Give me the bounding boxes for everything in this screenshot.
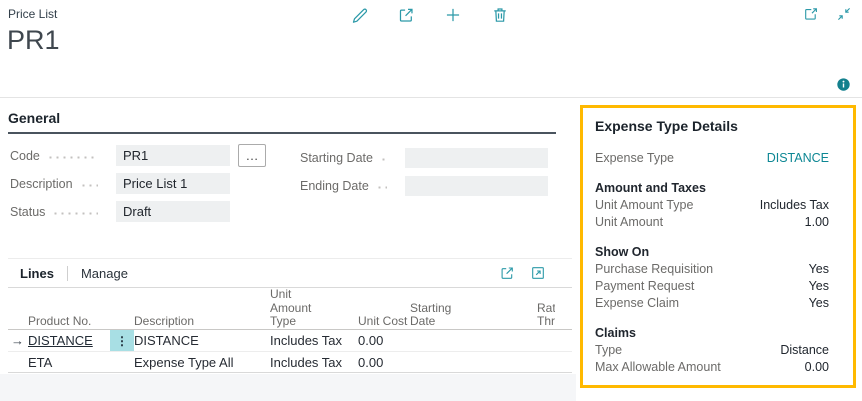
fact-row-claims-type: Type Distance: [595, 342, 829, 359]
factbox-title: Expense Type Details: [595, 116, 829, 136]
table-row[interactable]: → DISTANCE ⋮ DISTANCE Includes Tax 0.00: [8, 330, 572, 352]
fact-row-expense-claim: Expense Claim Yes: [595, 295, 829, 312]
popout-icon[interactable]: [803, 6, 819, 22]
code-field-label: Code: [10, 147, 108, 165]
new-icon[interactable]: [444, 6, 462, 24]
column-unit-amount-type[interactable]: Unit Amount Type: [270, 288, 350, 329]
cell-description[interactable]: Expense Type All: [134, 355, 270, 370]
cell-unit-amount-type[interactable]: Includes Tax: [270, 333, 350, 348]
dotted-leader: [376, 186, 387, 189]
product-no-link[interactable]: DISTANCE: [28, 333, 93, 348]
row-menu-icon: ⋮: [116, 334, 128, 348]
table-row[interactable]: ETA Expense Type All Includes Tax 0.00: [8, 352, 572, 373]
page-toolbar: [350, 6, 509, 24]
collapse-icon[interactable]: [836, 6, 852, 22]
cell-unit-cost[interactable]: 0.00: [350, 355, 408, 370]
lines-bar-divider: [67, 266, 68, 281]
lines-empty-area: [0, 374, 576, 401]
assist-edit-button[interactable]: …: [238, 144, 266, 167]
window-controls: [803, 6, 852, 22]
general-section-heading[interactable]: General: [8, 110, 556, 134]
starting-date-input[interactable]: [405, 148, 548, 168]
description-input[interactable]: Price List 1: [116, 173, 230, 194]
manage-menu[interactable]: Manage: [81, 266, 128, 281]
lines-part: Lines Manage Product No. Description Uni…: [8, 258, 572, 373]
cell-unit-amount-type[interactable]: Includes Tax: [270, 355, 350, 370]
column-product-no[interactable]: Product No.: [28, 315, 110, 329]
ending-date-input[interactable]: [405, 176, 548, 196]
amount-and-taxes-heading: Amount and Taxes: [595, 180, 829, 197]
page-caption: Price List: [8, 7, 57, 21]
expense-type-link[interactable]: DISTANCE: [767, 150, 829, 167]
fact-row-max-allowable-amount: Max Allowable Amount 0.00: [595, 359, 829, 376]
lines-toolbar: Lines Manage: [8, 259, 572, 288]
dotted-leader: [47, 156, 98, 159]
cell-unit-cost[interactable]: 0.00: [350, 333, 408, 348]
row-menu-button[interactable]: ⋮: [110, 330, 134, 351]
column-starting-date[interactable]: Starting Date: [408, 302, 484, 329]
fact-row-payment-request: Payment Request Yes: [595, 278, 829, 295]
column-description[interactable]: Description: [134, 315, 270, 329]
dotted-leader: [52, 212, 98, 215]
header-divider: [0, 97, 862, 98]
lines-header-row: Product No. Description Unit Amount Type…: [8, 288, 572, 330]
active-row-indicator: →: [8, 333, 28, 348]
edit-icon[interactable]: [350, 6, 368, 24]
fact-row-unit-amount: Unit Amount 1.00: [595, 214, 829, 231]
description-field-label: Description: [10, 175, 108, 193]
lines-tab: Lines: [20, 266, 54, 281]
status-field-label: Status: [10, 203, 108, 221]
fact-row-unit-amount-type: Unit Amount Type Includes Tax: [595, 197, 829, 214]
column-rate-threshold[interactable]: Rate Threshold: [537, 302, 555, 329]
column-unit-cost[interactable]: Unit Cost: [350, 315, 408, 329]
status-input[interactable]: Draft: [116, 201, 230, 222]
expense-type-details-factbox: Expense Type Details Expense Type DISTAN…: [580, 105, 856, 388]
starting-date-field-label: Starting Date: [300, 149, 397, 167]
info-icon[interactable]: [836, 77, 851, 92]
cell-product-no[interactable]: ETA: [28, 355, 110, 370]
claims-heading: Claims: [595, 325, 829, 342]
ending-date-field-label: Ending Date: [300, 177, 397, 195]
dotted-leader: [380, 158, 387, 161]
code-input[interactable]: PR1: [116, 145, 230, 166]
page-title: PR1: [7, 25, 60, 56]
delete-icon[interactable]: [491, 6, 509, 24]
active-row-icon: →: [8, 333, 24, 348]
show-on-heading: Show On: [595, 244, 829, 261]
share-icon[interactable]: [397, 6, 415, 24]
fact-row-purchase-requisition: Purchase Requisition Yes: [595, 261, 829, 278]
fact-row-expense-type: Expense Type DISTANCE: [595, 150, 829, 167]
lines-share-icon[interactable]: [499, 265, 515, 281]
cell-description[interactable]: DISTANCE: [134, 333, 270, 348]
dotted-leader: [80, 184, 98, 187]
lines-expand-icon[interactable]: [530, 265, 546, 281]
